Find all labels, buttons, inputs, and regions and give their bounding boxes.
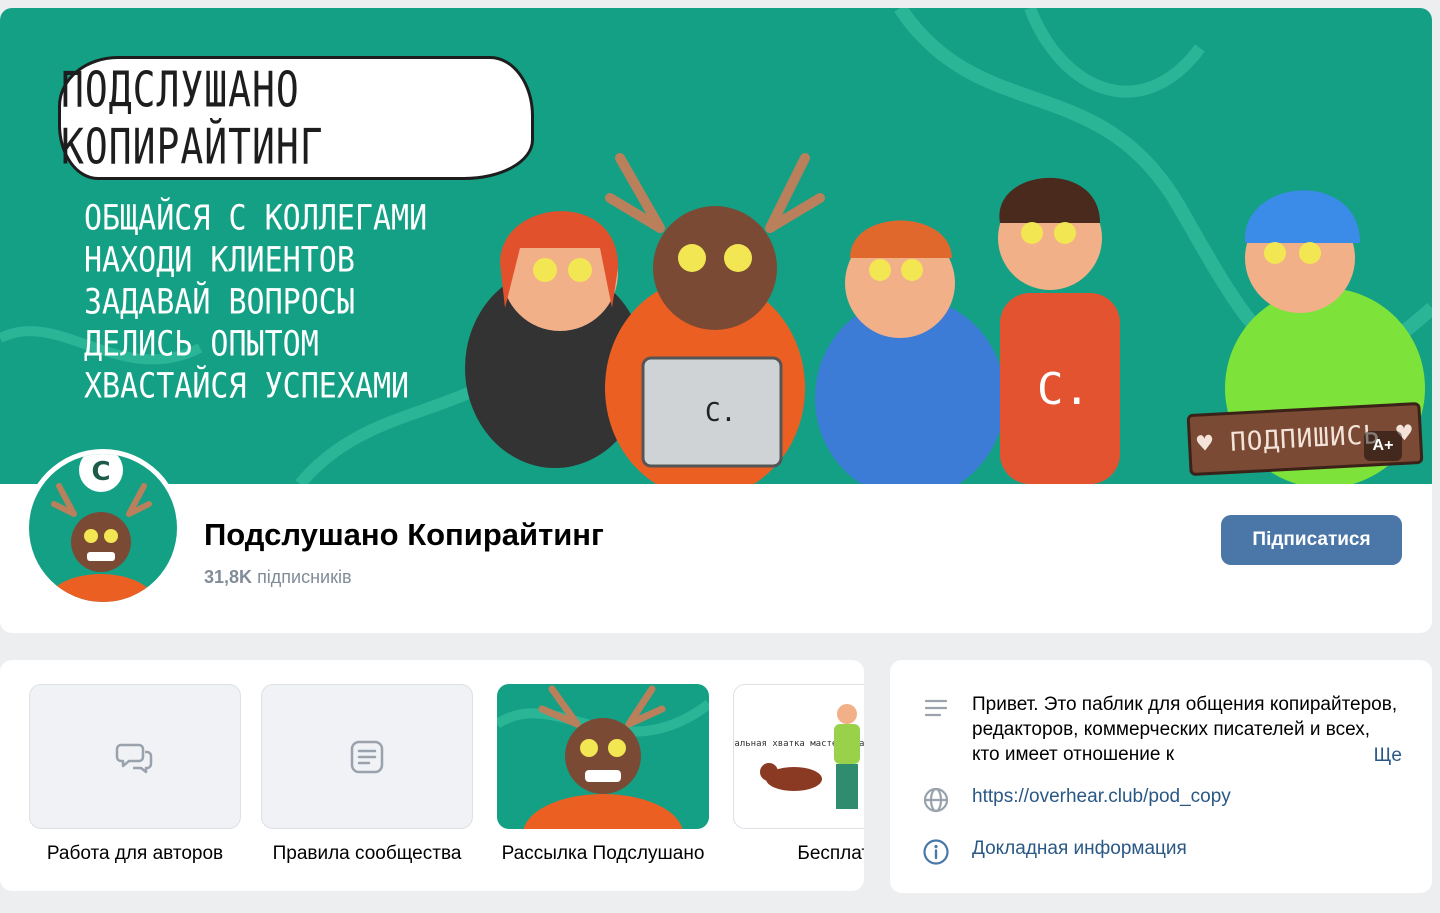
cover-image: Подслушано Копирайтинг Общайся с коллега… [0,8,1432,484]
link-tile-image: Стальная хватка мастерства [733,684,864,829]
link-tile-newsletter[interactable]: Рассылка Подслушано [497,684,709,865]
show-more-link[interactable]: Ще [1353,743,1402,768]
shirt-logo: C. [1037,364,1090,415]
group-name: Подслушано Копирайтинг [204,517,604,552]
link-tile-label: Правила сообщества [272,843,462,864]
laptop-logo: C. [705,398,737,428]
link-tile-label: Работа для авторов [46,843,224,864]
description-row: Привет. Это паблик для общения копирайте… [920,692,1402,768]
link-tile-label: Рассылка Подслушано [501,843,705,864]
subscribers-info[interactable]: 31,8K підписників [204,567,352,588]
website-row: https://overhear.club/pod_copy [920,784,1402,816]
link-tile-work[interactable]: Работа для авторов [29,684,241,865]
accessibility-badge[interactable]: A+ [1364,431,1402,461]
group-description: Привет. Это паблик для общения копирайте… [972,692,1402,768]
avatar-image: C [29,454,177,602]
link-tile-free[interactable]: Стальная хватка мастерства Бесплатн [733,684,864,865]
group-avatar[interactable]: C [24,449,182,607]
cover-title: Подслушано Копирайтинг [61,60,324,176]
subscribe-button[interactable]: Підписатися [1221,515,1402,565]
cover-title-bubble: Подслушано Копирайтинг [58,56,534,180]
svg-text:C: C [91,457,110,487]
link-tile-rules[interactable]: Правила сообщества [261,684,473,865]
cover-slogans: Общайся с коллегами Находи клиентов Зада… [84,198,427,408]
group-header-card: Подслушано Копирайтинг Общайся с коллега… [0,8,1432,633]
deer-image [497,685,709,829]
text-lines-icon [920,692,952,724]
article-icon [350,740,384,773]
cover-slogan: Хвастайся успехами [84,366,410,407]
link-tile-image [261,684,473,829]
subscribers-label: підписників [257,567,352,587]
mastery-image: Стальная хватка мастерства [734,704,864,809]
globe-icon [920,784,952,816]
info-icon [920,836,952,868]
chat-icon [115,743,153,773]
description-text: Привет. Это паблик для общения копирайте… [972,694,1398,765]
community-links-card: Работа для авторов Правила сообщества Ра [0,660,864,891]
link-tile-label: Бесплатн [797,843,864,864]
about-card: Привет. Это паблик для общения копирайте… [890,660,1432,893]
deer-avatar-icon: C [46,454,156,602]
link-tile-image [497,684,709,829]
details-link[interactable]: Докладная информация [972,838,1187,859]
details-row: Докладная информация [920,836,1402,868]
website-link[interactable]: https://overhear.club/pod_copy [972,786,1231,807]
subscribers-count: 31,8K [204,567,253,587]
link-tile-image [29,684,241,829]
